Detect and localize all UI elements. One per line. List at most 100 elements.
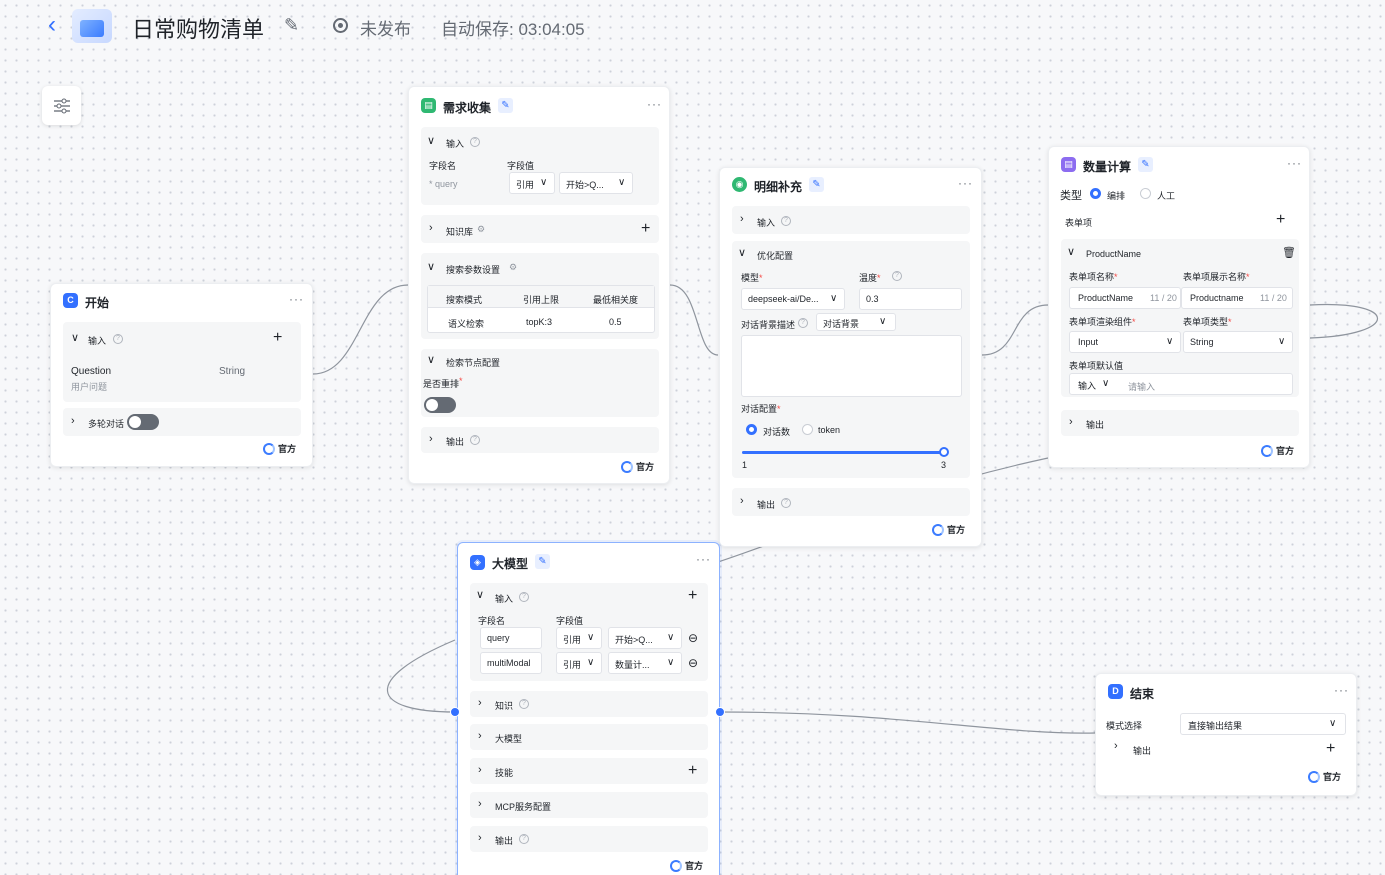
ref-value-select[interactable]: 开始>Q... ∨: [559, 172, 633, 194]
official-label: 官方: [1323, 772, 1342, 782]
remove-row-icon[interactable]: ⊖: [688, 631, 698, 645]
rerank-toggle[interactable]: [424, 397, 456, 413]
bg-select[interactable]: 对话背景 ∨: [816, 313, 896, 331]
chevron-down-icon[interactable]: ∨: [427, 353, 435, 366]
item-display-count: 11 / 20: [1260, 293, 1287, 303]
node-detail-supplement[interactable]: ◉ 明细补充 ✎ ··· › 输入 ? ∨ 优化配置 模型* 温度* ? dee…: [719, 167, 982, 547]
add-input-button[interactable]: +: [688, 588, 697, 604]
model-select[interactable]: deepseek-ai/De... ∨: [741, 288, 845, 310]
llm-input-port[interactable]: [450, 707, 460, 717]
slider-fill: [742, 451, 944, 454]
official-label: 官方: [947, 525, 966, 535]
wrench-icon[interactable]: ✎: [535, 554, 550, 569]
node-quantity-calc[interactable]: ▤ 数量计算 ✎ ··· 类型 编排 人工 表单项 + ∨ ProductNam…: [1048, 146, 1310, 468]
item-type-select[interactable]: String ∨: [1183, 331, 1293, 353]
more-icon[interactable]: ···: [289, 292, 304, 306]
editor-header: ‹ 日常购物清单 ✎ 未发布 自动保存: 03:04:05: [0, 0, 1385, 52]
dialog-count-slider[interactable]: [742, 447, 949, 457]
wrench-icon[interactable]: ✎: [809, 177, 824, 192]
chevron-right-icon[interactable]: ›: [429, 433, 433, 445]
multi-turn-toggle[interactable]: [127, 414, 159, 430]
ref-select[interactable]: 引用 ∨: [556, 627, 602, 649]
add-output-button[interactable]: +: [1326, 741, 1335, 757]
chevron-down-icon[interactable]: ∨: [427, 260, 435, 273]
slider-handle[interactable]: [939, 447, 949, 457]
table-header: 最低相关度: [593, 295, 639, 305]
node-end[interactable]: D 结束 ··· 模式选择 直接输出结果 ∨ › 输出 + 官方: [1095, 673, 1357, 796]
radio-token[interactable]: [802, 424, 813, 435]
trash-icon[interactable]: 🗑: [1282, 246, 1296, 259]
chevron-right-icon[interactable]: ›: [740, 213, 744, 225]
chevron-down-icon[interactable]: ∨: [738, 246, 746, 259]
radio-count[interactable]: [746, 424, 757, 435]
llm-output-port[interactable]: [715, 707, 725, 717]
item-name-input[interactable]: ProductName 11 / 20: [1069, 287, 1181, 309]
radio-orchestrate[interactable]: [1090, 188, 1101, 199]
node-llm[interactable]: ◈ 大模型 ✎ ··· ∨ 输入 ? + 字段名 字段值 query 引用 ∨ …: [457, 542, 720, 875]
chevron-right-icon[interactable]: ›: [478, 697, 482, 709]
settings-icon[interactable]: ⚙: [509, 262, 517, 273]
item-name-label-text: 表单项名称: [1069, 272, 1115, 282]
field-name-input[interactable]: multiModal: [480, 652, 542, 674]
ref-value-select[interactable]: 数量计... ∨: [608, 652, 682, 674]
chevron-right-icon[interactable]: ›: [478, 832, 482, 844]
more-icon[interactable]: ···: [958, 176, 973, 190]
chevron-right-icon[interactable]: ›: [740, 495, 744, 507]
chevron-right-icon[interactable]: ›: [478, 764, 482, 776]
chevron-right-icon[interactable]: ›: [478, 798, 482, 810]
wrench-icon[interactable]: ✎: [498, 98, 513, 113]
slider-min: 1: [742, 460, 748, 470]
add-skill-button[interactable]: +: [688, 763, 697, 779]
more-icon[interactable]: ···: [1334, 683, 1349, 697]
chevron-right-icon[interactable]: ›: [429, 222, 433, 234]
help-icon: ?: [892, 271, 902, 281]
chevron-down-icon[interactable]: ∨: [71, 331, 79, 344]
mode-select[interactable]: 直接输出结果 ∨: [1180, 713, 1346, 735]
ref-value-select[interactable]: 开始>Q... ∨: [608, 627, 682, 649]
item-type-label: 表单项类型*: [1183, 317, 1232, 327]
chevron-down-icon[interactable]: ∨: [427, 134, 435, 147]
llm-output-section: › 输出 ?: [470, 826, 708, 852]
add-knowledge-button[interactable]: +: [641, 221, 650, 237]
app-icon: [72, 9, 112, 43]
more-icon[interactable]: ···: [1287, 156, 1302, 170]
edit-icon[interactable]: ✎: [284, 15, 299, 36]
bg-select-value: 对话背景: [823, 319, 860, 329]
add-input-button[interactable]: +: [273, 330, 282, 346]
field-name-value: query: [487, 633, 510, 643]
remove-row-icon[interactable]: ⊖: [688, 656, 698, 670]
chevron-down-icon[interactable]: ∨: [476, 588, 484, 601]
render-select[interactable]: Input ∨: [1069, 331, 1181, 353]
radio-manual[interactable]: [1140, 188, 1151, 199]
settings-icon[interactable]: ⚙: [477, 224, 485, 235]
item-display-input[interactable]: Productname 11 / 20: [1181, 287, 1293, 309]
ref-select[interactable]: 引用 ∨: [509, 172, 555, 194]
chevron-down-icon[interactable]: ∨: [1067, 245, 1075, 258]
chevron-right-icon[interactable]: ›: [1069, 416, 1073, 428]
settings-toolbar-button[interactable]: [42, 86, 81, 125]
ref-select[interactable]: 引用 ∨: [556, 652, 602, 674]
back-icon[interactable]: ‹: [48, 12, 56, 38]
wrench-icon[interactable]: ✎: [1138, 157, 1153, 172]
temperature-value: 0.3: [866, 294, 879, 304]
temperature-input[interactable]: 0.3: [859, 288, 962, 310]
chevron-right-icon[interactable]: ›: [71, 415, 75, 427]
default-value-input[interactable]: 输入 ∨ 请输入: [1069, 373, 1293, 395]
node-demand-collect[interactable]: ▤ 需求收集 ✎ ··· ∨ 输入 ? 字段名 字段值 * query 引用 ∨…: [408, 86, 670, 484]
more-icon[interactable]: ···: [647, 97, 662, 111]
chevron-down-icon: ∨: [879, 316, 887, 327]
knowledge-label: 知识库: [446, 227, 474, 237]
more-icon[interactable]: ···: [696, 552, 711, 566]
table-header: 搜索模式: [446, 295, 483, 305]
chevron-right-icon[interactable]: ›: [478, 730, 482, 742]
chevron-right-icon[interactable]: ›: [1114, 740, 1118, 752]
add-form-item-button[interactable]: +: [1276, 212, 1285, 228]
llm-knowledge-section: › 知识 ?: [470, 691, 708, 717]
default-mode[interactable]: 输入: [1078, 379, 1096, 392]
help-icon: ?: [519, 834, 529, 844]
bg-desc-textarea[interactable]: [741, 335, 962, 397]
field-name-input[interactable]: query: [480, 627, 542, 649]
help-icon: ?: [798, 318, 808, 328]
item-name-label: 表单项名称*: [1069, 272, 1118, 282]
node-start[interactable]: C 开始 ··· ∨ 输入 ? + Question String 用户问题 ›…: [50, 283, 313, 467]
